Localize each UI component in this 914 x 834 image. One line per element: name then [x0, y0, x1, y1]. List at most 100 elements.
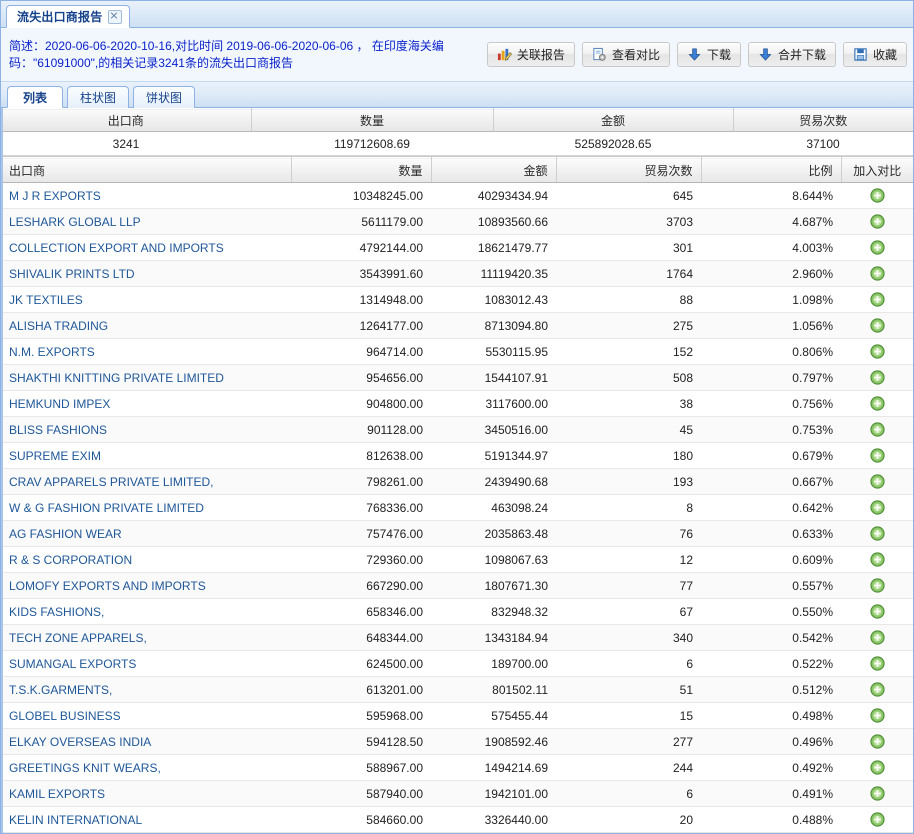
exporter-link[interactable]: BLISS FASHIONS [9, 423, 107, 437]
report-window: 流失出口商报告 简述：2020-06-06-2020-10-16,对比时间 20… [0, 0, 914, 834]
exporter-link[interactable]: W & G FASHION PRIVATE LIMITED [9, 501, 204, 515]
exporter-link[interactable]: JK TEXTILES [9, 293, 83, 307]
cell-add-to-compare[interactable] [841, 182, 913, 209]
add-circle-icon[interactable] [869, 812, 885, 827]
add-circle-icon[interactable] [869, 266, 885, 281]
add-circle-icon[interactable] [869, 344, 885, 359]
add-circle-icon[interactable] [869, 578, 885, 593]
cell-add-to-compare[interactable] [841, 312, 913, 339]
cell-add-to-compare[interactable] [841, 286, 913, 313]
cell-add-to-compare[interactable] [841, 260, 913, 287]
add-circle-icon[interactable] [869, 552, 885, 567]
tab-strip: 流失出口商报告 [1, 1, 913, 28]
exporter-link[interactable]: GLOBEL BUSINESS [9, 709, 121, 723]
exporter-link[interactable]: KIDS FASHIONS, [9, 605, 104, 619]
exporter-link[interactable]: SUMANGAL EXPORTS [9, 657, 136, 671]
table-row: KIDS FASHIONS, 658346.00 832948.32 67 0.550% [1, 598, 913, 625]
cell-add-to-compare[interactable] [841, 546, 913, 573]
favorite-button[interactable]: 收藏 [842, 42, 907, 67]
exporter-link[interactable]: M J R EXPORTS [9, 189, 101, 203]
cell-add-to-compare[interactable] [841, 494, 913, 521]
cell-add-to-compare[interactable] [841, 598, 913, 625]
cell-add-to-compare[interactable] [841, 702, 913, 729]
cell-exporter: SUMANGAL EXPORTS [1, 650, 291, 677]
add-circle-icon[interactable] [869, 448, 885, 463]
cell-add-to-compare[interactable] [841, 390, 913, 417]
add-circle-icon[interactable] [869, 708, 885, 723]
cell-add-to-compare[interactable] [841, 650, 913, 677]
cell-add-to-compare[interactable] [841, 520, 913, 547]
cell-add-to-compare[interactable] [841, 728, 913, 755]
add-circle-icon[interactable] [869, 760, 885, 775]
add-circle-icon[interactable] [869, 656, 885, 671]
exporter-link[interactable]: KELIN INTERNATIONAL [9, 813, 142, 827]
save-floppy-icon [854, 48, 867, 61]
cell-add-to-compare[interactable] [841, 364, 913, 391]
exporter-link[interactable]: LOMOFY EXPORTS AND IMPORTS [9, 579, 206, 593]
exporter-link[interactable]: KAMIL EXPORTS [9, 787, 105, 801]
exporter-link[interactable]: CRAV APPARELS PRIVATE LIMITED, [9, 475, 214, 489]
related-report-button[interactable]: 关联报告 [486, 42, 575, 67]
add-circle-icon[interactable] [869, 396, 885, 411]
add-circle-icon[interactable] [869, 474, 885, 489]
exporter-link[interactable]: ELKAY OVERSEAS INDIA [9, 735, 151, 749]
cell-add-to-compare[interactable] [841, 234, 913, 261]
cell-ratio: 0.797% [701, 364, 841, 391]
add-circle-icon[interactable] [869, 318, 885, 333]
tab-list[interactable]: 列表 [7, 86, 63, 108]
exporter-link[interactable]: HEMKUND IMPEX [9, 397, 110, 411]
exporter-link[interactable]: SHAKTHI KNITTING PRIVATE LIMITED [9, 371, 224, 385]
download-button[interactable]: 下载 [676, 42, 741, 67]
cell-add-to-compare[interactable] [841, 754, 913, 781]
exporter-link[interactable]: N.M. EXPORTS [9, 345, 95, 359]
exporter-link[interactable]: AG FASHION WEAR [9, 527, 122, 541]
exporter-link[interactable]: ALISHA TRADING [9, 319, 108, 333]
exporter-link[interactable]: GREETINGS KNIT WEARS, [9, 761, 161, 775]
add-circle-icon[interactable] [869, 682, 885, 697]
cell-add-to-compare[interactable] [841, 208, 913, 235]
detail-header-amount[interactable]: 金额 [431, 157, 557, 183]
view-comparison-button[interactable]: 查看对比 [581, 42, 670, 67]
detail-header-trades[interactable]: 贸易次数 [556, 157, 702, 183]
exporter-link[interactable]: COLLECTION EXPORT AND IMPORTS [9, 241, 224, 255]
add-circle-icon[interactable] [869, 370, 885, 385]
add-circle-icon[interactable] [869, 500, 885, 515]
detail-header-ratio[interactable]: 比例 [701, 157, 842, 183]
detail-header-exporter[interactable]: 出口商 [1, 157, 292, 183]
add-circle-icon[interactable] [869, 734, 885, 749]
add-circle-icon[interactable] [869, 630, 885, 645]
cell-quantity: 757476.00 [291, 520, 431, 547]
cell-add-to-compare[interactable] [841, 338, 913, 365]
cell-add-to-compare[interactable] [841, 780, 913, 807]
add-circle-icon[interactable] [869, 422, 885, 437]
detail-header-quantity[interactable]: 数量 [291, 157, 432, 183]
add-circle-icon[interactable] [869, 214, 885, 229]
document-tab-report[interactable]: 流失出口商报告 [6, 5, 131, 28]
merge-download-button[interactable]: 合并下载 [747, 42, 836, 67]
add-circle-icon[interactable] [869, 292, 885, 307]
exporter-link[interactable]: SUPREME EXIM [9, 449, 101, 463]
exporter-link[interactable]: T.S.K.GARMENTS, [9, 683, 112, 697]
cell-add-to-compare[interactable] [841, 624, 913, 651]
cell-trades: 6 [556, 780, 701, 807]
exporter-link[interactable]: R & S CORPORATION [9, 553, 132, 567]
close-icon[interactable] [108, 9, 123, 24]
cell-ratio: 0.492% [701, 754, 841, 781]
cell-add-to-compare[interactable] [841, 806, 913, 833]
exporter-link[interactable]: SHIVALIK PRINTS LTD [9, 267, 135, 281]
cell-add-to-compare[interactable] [841, 416, 913, 443]
exporter-link[interactable]: TECH ZONE APPARELS, [9, 631, 147, 645]
add-circle-icon[interactable] [869, 188, 885, 203]
add-circle-icon[interactable] [869, 526, 885, 541]
add-circle-icon[interactable] [869, 240, 885, 255]
add-circle-icon[interactable] [869, 604, 885, 619]
tab-bar-chart[interactable]: 柱状图 [67, 86, 130, 108]
cell-add-to-compare[interactable] [841, 572, 913, 599]
cell-add-to-compare[interactable] [841, 676, 913, 703]
cell-add-to-compare[interactable] [841, 442, 913, 469]
cell-add-to-compare[interactable] [841, 468, 913, 495]
tab-pie-chart[interactable]: 饼状图 [133, 86, 196, 108]
exporter-link[interactable]: LESHARK GLOBAL LLP [9, 215, 141, 229]
add-circle-icon[interactable] [869, 786, 885, 801]
cell-trades: 20 [556, 806, 701, 833]
